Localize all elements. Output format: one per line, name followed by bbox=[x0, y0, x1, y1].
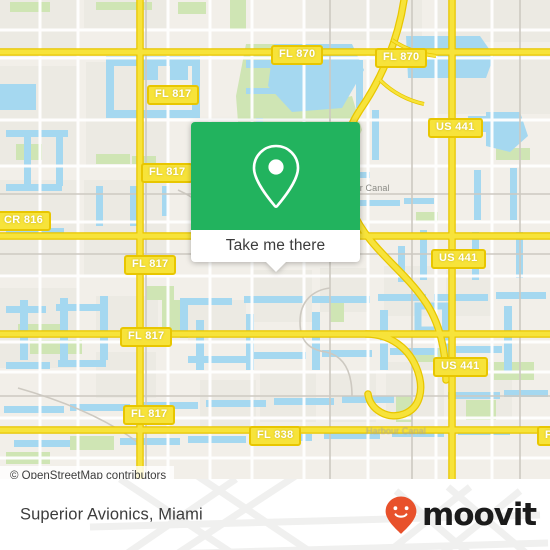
street-label: Harbour Canal bbox=[366, 426, 426, 436]
road-shield: FL 838 bbox=[249, 426, 302, 446]
place-title: Superior Avionics, Miami bbox=[20, 505, 203, 523]
take-me-there-label: Take me there bbox=[225, 237, 326, 254]
map-pin-icon bbox=[252, 144, 299, 208]
road-shield: US 441 bbox=[431, 249, 486, 269]
road-shield: FL 817 bbox=[123, 405, 176, 425]
location-popup[interactable]: Take me there bbox=[191, 122, 360, 272]
road-shield: FL 870 bbox=[271, 45, 324, 65]
road-shield: CR 816 bbox=[0, 211, 52, 231]
road-shield: FL 817 bbox=[124, 255, 177, 275]
popup-marker-panel bbox=[191, 122, 360, 230]
card-footer: Superior Avionics, Miami moovit bbox=[0, 479, 550, 550]
road-shield: FL 817 bbox=[141, 163, 194, 183]
popup-tail bbox=[264, 261, 287, 272]
moovit-brand[interactable]: moovit bbox=[384, 495, 537, 535]
moovit-map-card: FL 870 FL 870 FL 817 US 441 FL 817 CR 81… bbox=[0, 0, 550, 550]
road-shield: US 441 bbox=[433, 357, 488, 377]
road-shield: FL 817 bbox=[147, 85, 200, 105]
map-canvas[interactable]: FL 870 FL 870 FL 817 US 441 FL 817 CR 81… bbox=[0, 0, 550, 479]
road-shield: FL 817 bbox=[120, 327, 173, 347]
road-shield: FL 870 bbox=[375, 48, 428, 68]
moovit-pin-icon bbox=[385, 496, 417, 534]
road-shield: FL bbox=[537, 426, 550, 446]
popup-action-bar[interactable]: Take me there bbox=[191, 230, 360, 272]
moovit-wordmark: moovit bbox=[422, 496, 537, 533]
road-shield: US 441 bbox=[428, 118, 483, 138]
osm-attribution[interactable]: © OpenStreetMap contributors bbox=[0, 466, 175, 479]
